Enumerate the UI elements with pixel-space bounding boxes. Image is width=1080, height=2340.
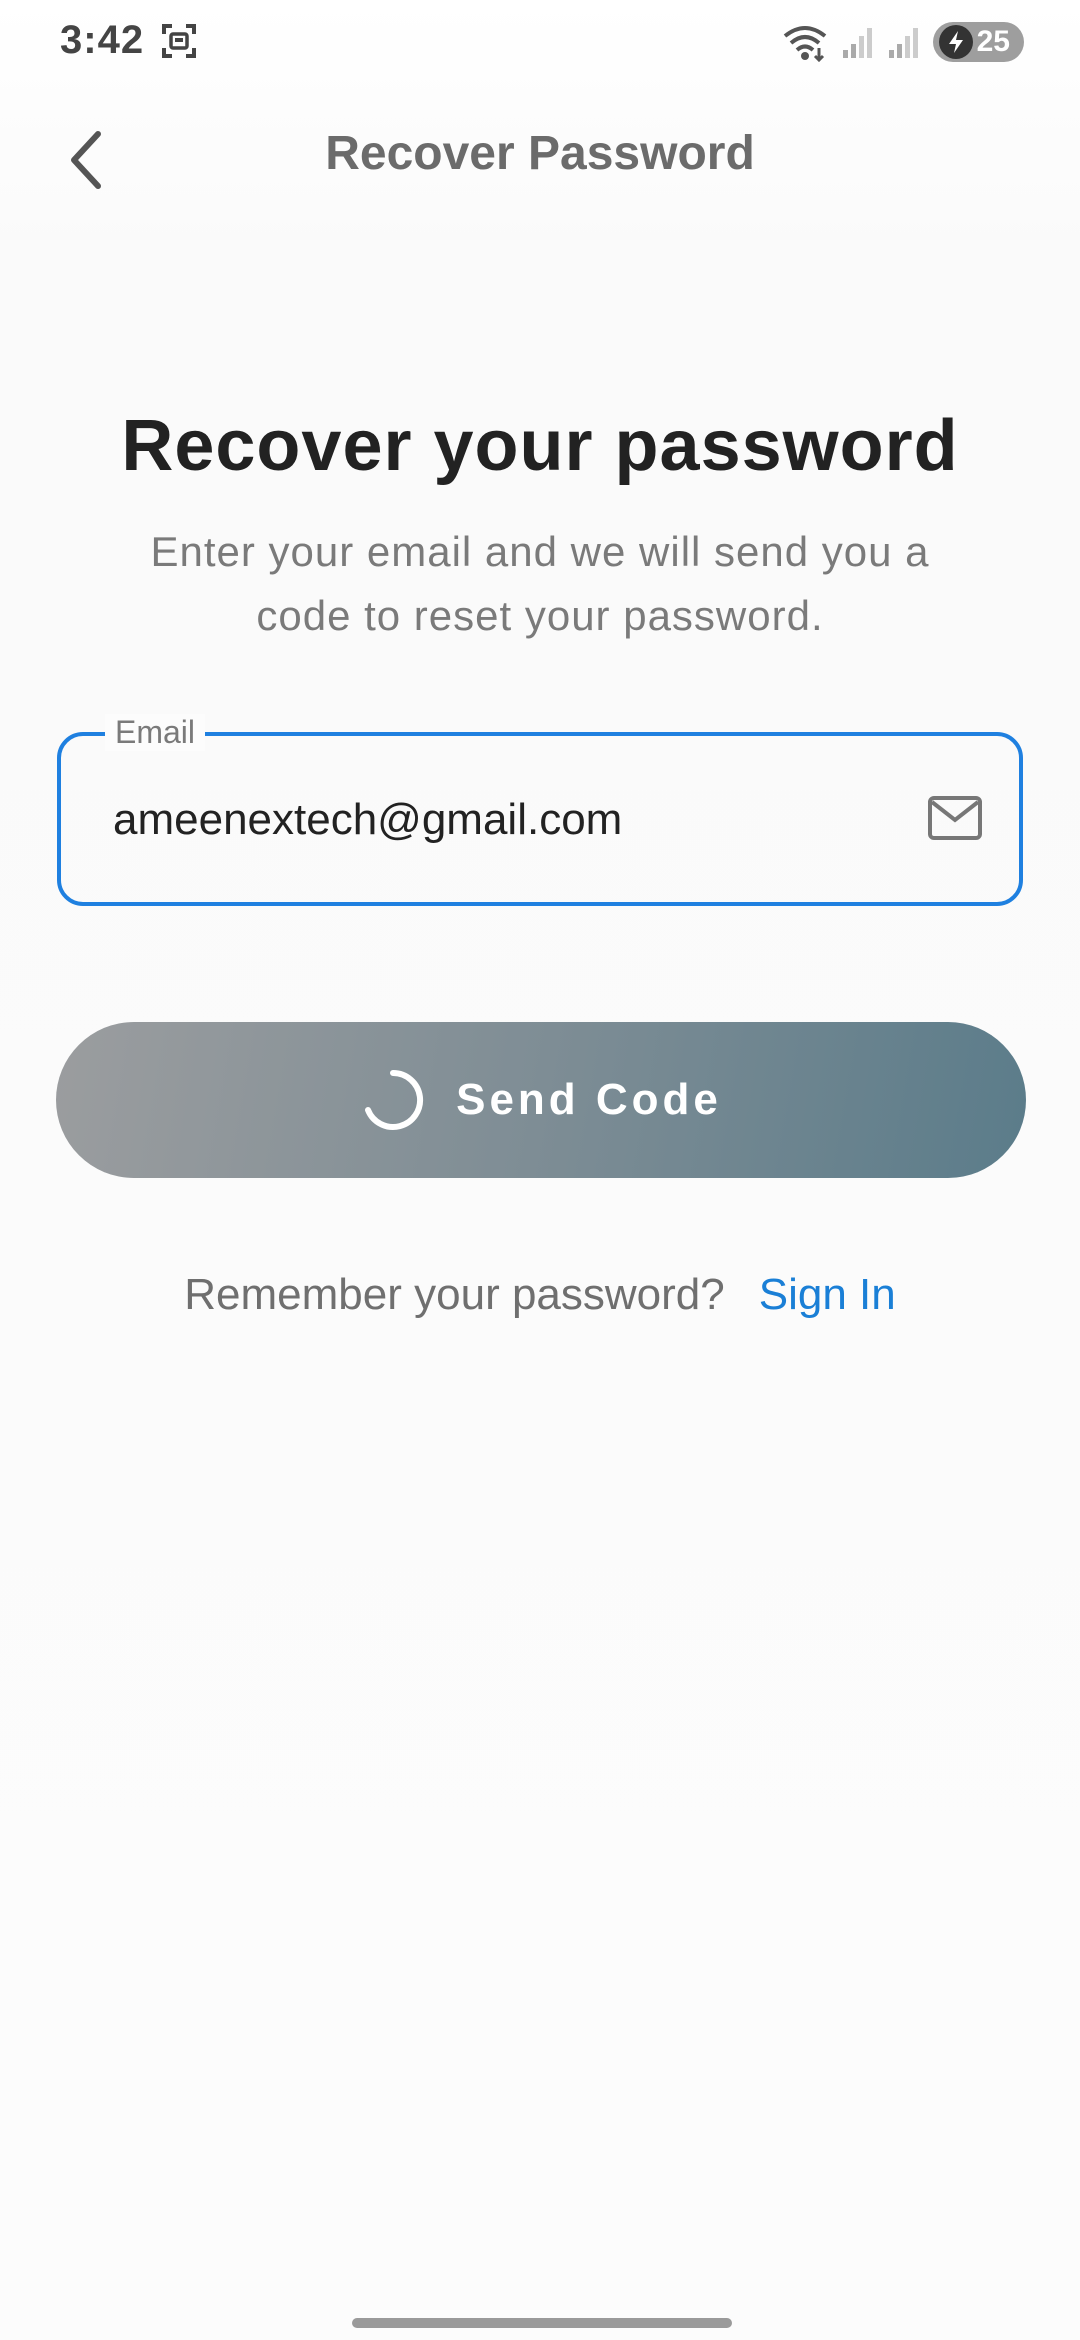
app-bar: Recover Password (0, 100, 1080, 220)
signin-row: Remember your password? Sign In (0, 1270, 1080, 1320)
recover-password-screen: 3:42 25 Recover Password Recover your pa… (0, 0, 1080, 2340)
battery-indicator: 25 (932, 22, 1024, 62)
signal-icon (887, 24, 921, 60)
email-label: Email (105, 714, 206, 751)
screenshot-icon (160, 22, 198, 60)
status-right-icons: 25 (781, 20, 1024, 64)
home-indicator[interactable] (352, 2318, 732, 2328)
wifi-icon (781, 22, 829, 62)
send-code-button[interactable]: Send Code (56, 1022, 1026, 1178)
battery-level: 25 (976, 25, 1010, 58)
email-input[interactable] (113, 788, 893, 852)
page-title: Recover Password (325, 127, 755, 180)
headline: Recover your password (121, 406, 959, 486)
mail-icon (927, 794, 983, 842)
spinner-icon (365, 1069, 424, 1130)
sign-in-link[interactable]: Sign In (759, 1270, 896, 1320)
email-field[interactable]: Email (57, 714, 1023, 906)
status-time: 3:42 (60, 18, 145, 62)
status-bar: 3:42 25 (0, 0, 1080, 90)
signal-icon (841, 24, 875, 60)
send-code-label: Send Code (456, 1075, 722, 1124)
bolt-icon (938, 25, 973, 59)
subtitle: Enter your email and we will send you a … (150, 528, 930, 639)
signin-prompt: Remember your password? (184, 1270, 725, 1319)
